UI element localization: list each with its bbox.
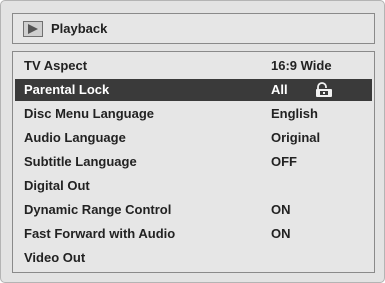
settings-menu: TV Aspect 16:9 Wide Parental Lock All Di… — [12, 51, 375, 273]
menu-header: Playback — [12, 13, 375, 44]
menu-item-label: Digital Out — [24, 178, 90, 193]
menu-item-tv-aspect[interactable]: TV Aspect 16:9 Wide — [15, 55, 372, 77]
menu-item-label: Dynamic Range Control — [24, 202, 172, 217]
menu-item-label: Subtitle Language — [24, 154, 137, 169]
menu-title: Playback — [51, 21, 108, 36]
menu-item-value: All — [271, 82, 288, 97]
menu-item-fast-forward-with-audio[interactable]: Fast Forward with Audio ON — [15, 223, 372, 245]
menu-item-digital-out[interactable]: Digital Out — [15, 175, 372, 197]
menu-item-dynamic-range-control[interactable]: Dynamic Range Control ON — [15, 199, 372, 221]
menu-item-value: English — [271, 106, 318, 121]
menu-item-subtitle-language[interactable]: Subtitle Language OFF — [15, 151, 372, 173]
menu-item-value: 16:9 Wide — [271, 58, 332, 73]
menu-item-label: Fast Forward with Audio — [24, 226, 176, 241]
menu-item-parental-lock[interactable]: Parental Lock All — [15, 79, 372, 101]
play-icon — [23, 21, 43, 37]
menu-item-label: Video Out — [24, 250, 86, 265]
menu-item-label: Disc Menu Language — [24, 106, 155, 121]
menu-item-label: TV Aspect — [24, 58, 88, 73]
lock-icon — [313, 82, 335, 98]
menu-item-value: ON — [271, 226, 291, 241]
menu-item-value: ON — [271, 202, 291, 217]
menu-item-label: Parental Lock — [24, 82, 110, 97]
osd-screen: Playback TV Aspect 16:9 Wide Parental Lo… — [0, 0, 385, 283]
menu-item-disc-menu-language[interactable]: Disc Menu Language English — [15, 103, 372, 125]
menu-item-value: Original — [271, 130, 321, 145]
menu-item-audio-language[interactable]: Audio Language Original — [15, 127, 372, 149]
menu-item-video-out[interactable]: Video Out — [15, 247, 372, 269]
menu-item-label: Audio Language — [24, 130, 126, 145]
menu-item-value: OFF — [271, 154, 297, 169]
